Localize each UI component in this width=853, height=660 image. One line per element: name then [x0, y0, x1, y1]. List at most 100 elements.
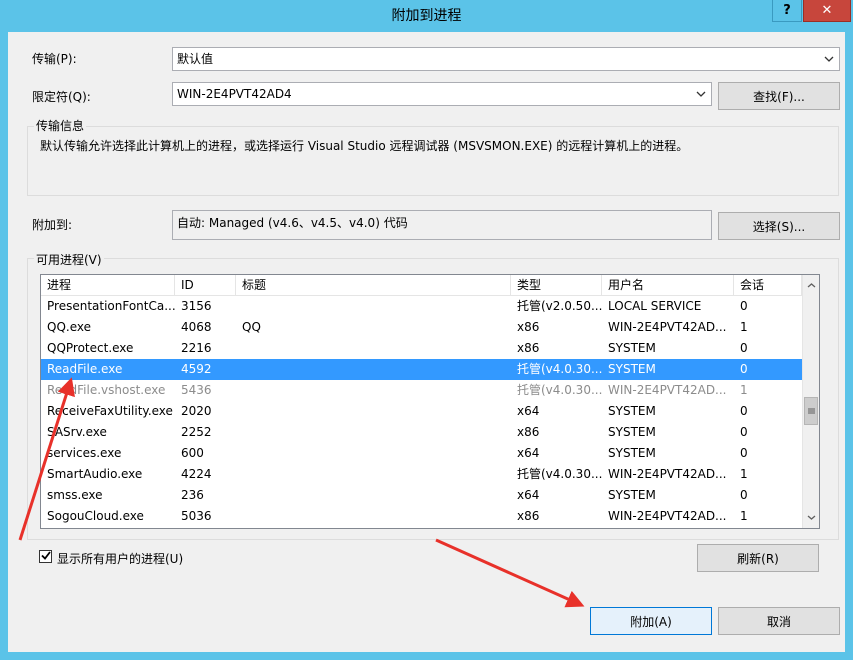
column-header-process[interactable]: 进程	[41, 275, 175, 296]
cell-session: 0	[740, 425, 748, 439]
scroll-up-icon[interactable]	[803, 277, 819, 294]
cell-session: 1	[740, 320, 748, 334]
table-row[interactable]: SmartAudio.exe 4224 托管(v4.0.30... WIN-2E4PV…	[41, 464, 802, 485]
table-row[interactable]: SogouCloud.exe 5036 x86 WIN-2E4PVT42AD... 1	[41, 506, 802, 527]
cell-id: 4224	[181, 467, 212, 481]
column-header-title[interactable]: 标题	[236, 275, 511, 296]
scroll-down-icon[interactable]	[803, 509, 819, 526]
cell-type: x64	[517, 488, 540, 502]
cell-type: x86	[517, 509, 540, 523]
cell-session: 1	[740, 509, 748, 523]
cell-user: SYSTEM	[608, 446, 656, 460]
cell-user: SYSTEM	[608, 362, 656, 376]
cell-type: 托管(v4.0.30...	[517, 383, 602, 397]
cell-session: 1	[740, 383, 748, 397]
select-button[interactable]: 选择(S)...	[718, 212, 840, 240]
table-row[interactable]: PresentationFontCa... 3156 托管(v2.0.50... LO…	[41, 296, 802, 317]
cell-type: x86	[517, 341, 540, 355]
cell-session: 0	[740, 299, 748, 313]
scrollbar-thumb[interactable]	[804, 397, 818, 425]
cell-process: QQ.exe	[47, 320, 91, 334]
cell-user: WIN-2E4PVT42AD...	[608, 467, 727, 481]
cell-id: 236	[181, 488, 204, 502]
cell-title: QQ	[242, 320, 261, 334]
attach-to-process-window: 附加到进程 ? ✕ 传输(P): 默认值 限定符(Q): WIN-2E4PVT4…	[0, 0, 853, 660]
table-row[interactable]: ReadFile.exe 4592 托管(v4.0.30... SYSTEM 0	[41, 359, 802, 380]
column-header-user[interactable]: 用户名	[602, 275, 734, 296]
cell-process: ReceiveFaxUtility.exe	[47, 404, 173, 418]
cell-user: WIN-2E4PVT42AD...	[608, 320, 727, 334]
cell-session: 0	[740, 404, 748, 418]
cell-process: SmartAudio.exe	[47, 467, 143, 481]
cell-user: SYSTEM	[608, 341, 656, 355]
refresh-button[interactable]: 刷新(R)	[697, 544, 819, 572]
cell-user: SYSTEM	[608, 425, 656, 439]
cell-process: SASrv.exe	[47, 425, 107, 439]
transport-select[interactable]: 默认值	[172, 47, 840, 71]
cell-process: SogouCloud.exe	[47, 509, 144, 523]
help-button[interactable]: ?	[772, 0, 802, 22]
cell-type: x86	[517, 425, 540, 439]
cell-id: 4592	[181, 362, 212, 376]
cell-id: 5436	[181, 383, 212, 397]
table-row[interactable]: QQ.exe 4068 QQ x86 WIN-2E4PVT42AD... 1	[41, 317, 802, 338]
cell-process: QQProtect.exe	[47, 341, 134, 355]
cell-session: 1	[740, 467, 748, 481]
title-bar: 附加到进程 ? ✕	[0, 0, 853, 32]
chevron-down-icon	[822, 48, 836, 70]
show-all-users-label[interactable]: 显示所有用户的进程(U)	[57, 550, 183, 567]
column-header-id[interactable]: ID	[175, 275, 236, 296]
cell-id: 5036	[181, 509, 212, 523]
column-header-type[interactable]: 类型	[511, 275, 602, 296]
cell-session: 0	[740, 488, 748, 502]
table-row[interactable]: QQProtect.exe 2216 x86 SYSTEM 0	[41, 338, 802, 359]
cell-process: PresentationFontCa...	[47, 299, 175, 313]
cancel-button[interactable]: 取消	[718, 607, 840, 635]
cell-user: SYSTEM	[608, 404, 656, 418]
cell-type: x64	[517, 404, 540, 418]
table-row[interactable]: smss.exe 236 x64 SYSTEM 0	[41, 485, 802, 506]
cell-process: smss.exe	[47, 488, 103, 502]
cell-id: 2020	[181, 404, 212, 418]
cell-id: 600	[181, 446, 204, 460]
find-button[interactable]: 查找(F)...	[718, 82, 840, 110]
transport-info-title: 传输信息	[34, 117, 87, 134]
show-all-users-checkbox[interactable]	[39, 550, 52, 563]
table-row[interactable]: SASrv.exe 2252 x86 SYSTEM 0	[41, 422, 802, 443]
cell-user: SYSTEM	[608, 488, 656, 502]
close-button[interactable]: ✕	[803, 0, 851, 22]
table-row[interactable]: ReadFile.vshost.exe 5436 托管(v4.0.30... WIN-…	[41, 380, 802, 401]
cell-type: 托管(v4.0.30...	[517, 467, 602, 481]
chevron-down-icon	[694, 83, 708, 105]
cell-process: services.exe	[47, 446, 122, 460]
transport-value: 默认值	[177, 52, 214, 66]
cell-id: 4068	[181, 320, 212, 334]
attach-to-label: 附加到:	[32, 218, 73, 232]
checkmark-icon	[40, 551, 51, 562]
process-list[interactable]: 进程 ID 标题 类型 用户名 会话 PresentationFontCa...…	[40, 274, 820, 529]
cell-type: x64	[517, 446, 540, 460]
cell-user: WIN-2E4PVT42AD...	[608, 509, 727, 523]
cell-user: WIN-2E4PVT42AD...	[608, 383, 727, 397]
cell-process: ReadFile.exe	[47, 362, 123, 376]
cell-process: ReadFile.vshost.exe	[47, 383, 166, 397]
available-processes-title: 可用进程(V)	[34, 251, 104, 268]
cell-session: 0	[740, 446, 748, 460]
attach-button[interactable]: 附加(A)	[590, 607, 712, 635]
process-list-header: 进程 ID 标题 类型 用户名 会话	[41, 275, 802, 296]
transport-info-text: 默认传输允许选择此计算机上的进程，或选择运行 Visual Studio 远程调…	[40, 139, 689, 153]
transport-label: 传输(P):	[32, 52, 77, 66]
qualifier-value: WIN-2E4PVT42AD4	[177, 87, 292, 101]
table-row[interactable]: ReceiveFaxUtility.exe 2020 x64 SYSTEM 0	[41, 401, 802, 422]
cell-user: LOCAL SERVICE	[608, 299, 702, 313]
vertical-scrollbar[interactable]	[802, 275, 819, 528]
attach-to-value: 自动: Managed (v4.6、v4.5、v4.0) 代码	[172, 210, 712, 240]
column-header-session[interactable]: 会话	[734, 275, 802, 296]
cell-id: 3156	[181, 299, 212, 313]
cell-id: 2252	[181, 425, 212, 439]
qualifier-select[interactable]: WIN-2E4PVT42AD4	[172, 82, 712, 106]
qualifier-label: 限定符(Q):	[32, 90, 91, 104]
cell-type: 托管(v2.0.50...	[517, 299, 602, 313]
table-row[interactable]: services.exe 600 x64 SYSTEM 0	[41, 443, 802, 464]
cell-type: 托管(v4.0.30...	[517, 362, 602, 376]
